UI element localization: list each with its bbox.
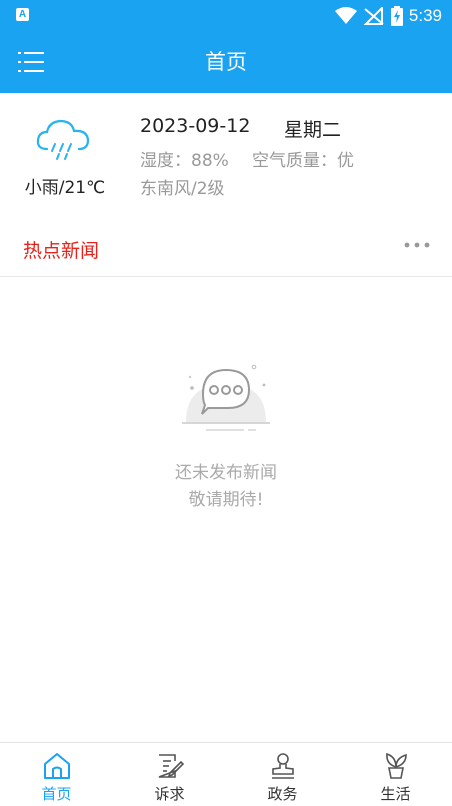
weather-wind: 东南风/2级 [140, 179, 225, 199]
weather-air-quality: 空气质量：优 [252, 151, 354, 171]
page-title: 首页 [205, 50, 247, 74]
rain-cloud-icon [36, 119, 90, 160]
tab-label: 首页 [41, 785, 72, 803]
tab-label: 政务 [267, 785, 298, 803]
empty-chat-icon [182, 364, 270, 431]
status-time: 5:39 [408, 6, 442, 25]
wifi-icon [334, 7, 357, 24]
status-bar: A 5:39 [0, 0, 452, 31]
battery-charging-icon [390, 6, 403, 26]
news-empty-state: 还未发布新闻 敬请期待! [0, 340, 452, 520]
home-icon [44, 753, 70, 779]
tab-requests[interactable]: 诉求 [113, 743, 226, 806]
sprout-icon [386, 752, 407, 779]
weather-card[interactable]: 小雨/21℃ 2023-09-12 星期二 湿度：88% 空气质量：优 东南风/… [0, 93, 452, 213]
weather-date: 2023-09-12 [140, 115, 251, 137]
news-section-header: 热点新闻 [0, 218, 452, 277]
tab-government[interactable]: 政务 [226, 743, 339, 806]
empty-message-line2: 敬请期待! [188, 490, 264, 510]
tab-home[interactable]: 首页 [0, 743, 113, 806]
status-icons: 5:39 [334, 4, 442, 28]
news-section-title: 热点新闻 [23, 240, 100, 262]
tab-label: 诉求 [154, 785, 185, 803]
app-badge-letter: A [18, 9, 27, 20]
empty-message-line1: 还未发布新闻 [175, 463, 277, 483]
edit-icon [158, 754, 185, 778]
weather-condition: 小雨/21℃ [24, 178, 106, 198]
app-notification-icon: A [16, 8, 29, 21]
weather-weekday: 星期二 [284, 119, 342, 141]
no-signal-icon [363, 7, 384, 25]
tab-life[interactable]: 生活 [339, 743, 452, 806]
app-bar: 首页 [0, 31, 452, 93]
stamp-icon [272, 753, 294, 779]
tab-label: 生活 [380, 785, 411, 803]
weather-humidity: 湿度：88% [140, 151, 229, 171]
more-dots-icon[interactable] [404, 238, 430, 252]
bottom-tab-bar: 首页 诉求 政务 生活 [0, 742, 452, 806]
